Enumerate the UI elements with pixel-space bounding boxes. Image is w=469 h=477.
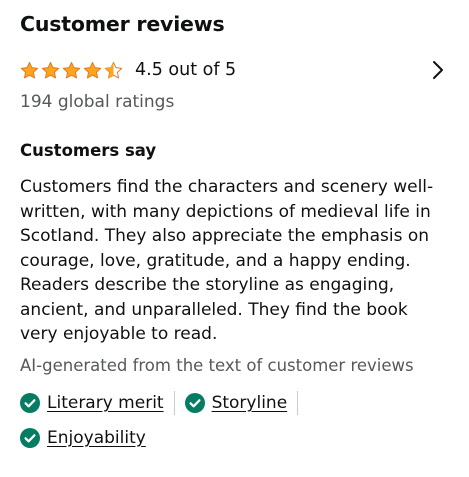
- aspect-row: Enjoyability: [20, 425, 146, 451]
- rating-text: 4.5 out of 5: [135, 60, 237, 80]
- aspect-chip-enjoyability[interactable]: Enjoyability: [20, 425, 146, 451]
- review-summary-text: Customers find the characters and scener…: [20, 177, 434, 344]
- global-ratings-count: 194 global ratings: [20, 92, 175, 112]
- star-full-icon: [83, 61, 102, 78]
- star-half-icon: [104, 61, 123, 78]
- check-circle-icon: [184, 393, 205, 413]
- aspect-label[interactable]: Literary merit: [47, 393, 164, 413]
- star-full-icon: [41, 61, 60, 78]
- aspect-divider: [297, 391, 299, 415]
- star-rating: [20, 61, 123, 80]
- aspect-divider: [173, 391, 175, 415]
- customers-say-heading: Customers say: [20, 141, 157, 160]
- star-full-icon: [62, 61, 81, 78]
- chevron-right-icon[interactable]: [425, 57, 451, 83]
- aspect-label[interactable]: Storyline: [212, 393, 288, 413]
- customer-reviews-section: Customer reviews 4.5 out of 5 194 global…: [0, 0, 469, 477]
- check-circle-icon: [20, 393, 40, 413]
- aspect-row: Literary merit Storyline: [20, 390, 308, 416]
- ai-generated-note: AI-generated from the text of customer r…: [20, 356, 414, 375]
- aspect-chip-literary-merit[interactable]: Literary merit: [20, 390, 164, 416]
- section-title: Customer reviews: [20, 12, 225, 36]
- rating-summary-row[interactable]: 4.5 out of 5: [20, 55, 449, 85]
- check-circle-icon: [20, 428, 40, 448]
- aspect-chip-storyline[interactable]: Storyline: [184, 390, 288, 416]
- star-full-icon: [20, 61, 39, 78]
- aspect-label[interactable]: Enjoyability: [47, 428, 146, 448]
